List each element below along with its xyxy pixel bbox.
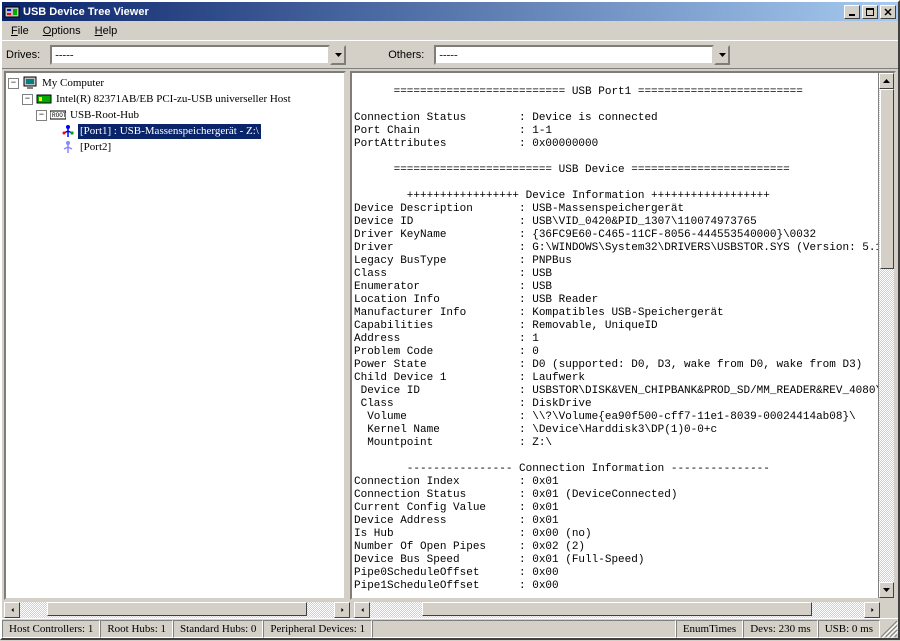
status-enumtimes: EnumTimes <box>676 620 743 638</box>
scroll-up-button[interactable] <box>879 73 894 89</box>
menu-help[interactable]: Help <box>88 24 125 38</box>
collapse-icon[interactable]: − <box>36 110 47 121</box>
collapse-icon[interactable]: − <box>8 78 19 89</box>
resize-grip[interactable] <box>880 620 898 638</box>
status-host-controllers: Host Controllers: 1 <box>2 620 100 638</box>
scroll-left-button[interactable] <box>4 602 20 618</box>
status-peripheral-devices: Peripheral Devices: 1 <box>263 620 372 638</box>
scroll-right-button[interactable] <box>864 602 880 618</box>
computer-icon <box>22 75 38 91</box>
usb-port-icon <box>60 139 76 155</box>
window-title: USB Device Tree Viewer <box>23 6 149 18</box>
scroll-track[interactable] <box>370 602 864 618</box>
scroll-thumb[interactable] <box>47 602 307 616</box>
status-bar: Host Controllers: 1 Root Hubs: 1 Standar… <box>2 618 898 638</box>
others-label: Others: <box>388 49 424 61</box>
scroll-track[interactable] <box>20 602 334 618</box>
tree-pane: − My Computer − Intel(R) 82371AB/EB PCI-… <box>4 71 346 600</box>
others-dropdown-button[interactable] <box>714 45 730 65</box>
details-pane: ========================== USB Port1 ===… <box>350 71 896 600</box>
menu-options[interactable]: Options <box>36 24 88 38</box>
content-area: − My Computer − Intel(R) 82371AB/EB PCI-… <box>2 68 898 602</box>
root-hub-icon: ROOT <box>50 107 66 123</box>
details-text[interactable]: ========================== USB Port1 ===… <box>354 86 876 598</box>
app-window: USB Device Tree Viewer File Options Help… <box>0 0 900 640</box>
status-root-hubs: Root Hubs: 1 <box>100 620 173 638</box>
toolbar: Drives: Others: <box>2 40 898 68</box>
status-spacer <box>372 620 676 638</box>
drives-label: Drives: <box>6 49 40 61</box>
host-controller-icon <box>36 91 52 107</box>
status-devs: Devs: 230 ms <box>743 620 818 638</box>
tree-hub[interactable]: − ROOT USB-Root-Hub <box>8 107 342 123</box>
svg-text:ROOT: ROOT <box>52 112 66 119</box>
tree-host[interactable]: − Intel(R) 82371AB/EB PCI-zu-USB univers… <box>8 91 342 107</box>
others-input[interactable] <box>434 45 714 65</box>
others-combo[interactable] <box>434 45 730 65</box>
scroll-left-button[interactable] <box>354 602 370 618</box>
tree-root[interactable]: − My Computer <box>8 75 342 91</box>
tree-hscroll[interactable] <box>4 602 350 618</box>
maximize-button[interactable] <box>862 5 878 19</box>
menu-file[interactable]: File <box>4 24 36 38</box>
status-standard-hubs: Standard Hubs: 0 <box>173 620 263 638</box>
device-tree[interactable]: − My Computer − Intel(R) 82371AB/EB PCI-… <box>8 75 342 155</box>
menu-bar: File Options Help <box>2 21 898 40</box>
collapse-icon[interactable]: − <box>22 94 33 105</box>
drives-input[interactable] <box>50 45 330 65</box>
scroll-thumb[interactable] <box>422 602 812 616</box>
scroll-track[interactable] <box>879 89 894 582</box>
scroll-down-button[interactable] <box>879 582 894 598</box>
tree-port1[interactable]: [Port1] : USB-Massenspeichergerät - Z:\ <box>8 123 342 139</box>
details-hscroll[interactable] <box>354 602 896 618</box>
vscroll[interactable] <box>878 73 894 598</box>
app-icon <box>4 4 20 20</box>
scroll-thumb[interactable] <box>880 89 894 269</box>
minimize-button[interactable] <box>844 5 860 19</box>
status-usb: USB: 0 ms <box>818 620 880 638</box>
drives-combo[interactable] <box>50 45 346 65</box>
drives-dropdown-button[interactable] <box>330 45 346 65</box>
tree-port2[interactable]: [Port2] <box>8 139 342 155</box>
usb-device-icon <box>60 123 76 139</box>
title-bar[interactable]: USB Device Tree Viewer <box>2 2 898 21</box>
scroll-right-button[interactable] <box>334 602 350 618</box>
close-button[interactable] <box>880 5 896 19</box>
